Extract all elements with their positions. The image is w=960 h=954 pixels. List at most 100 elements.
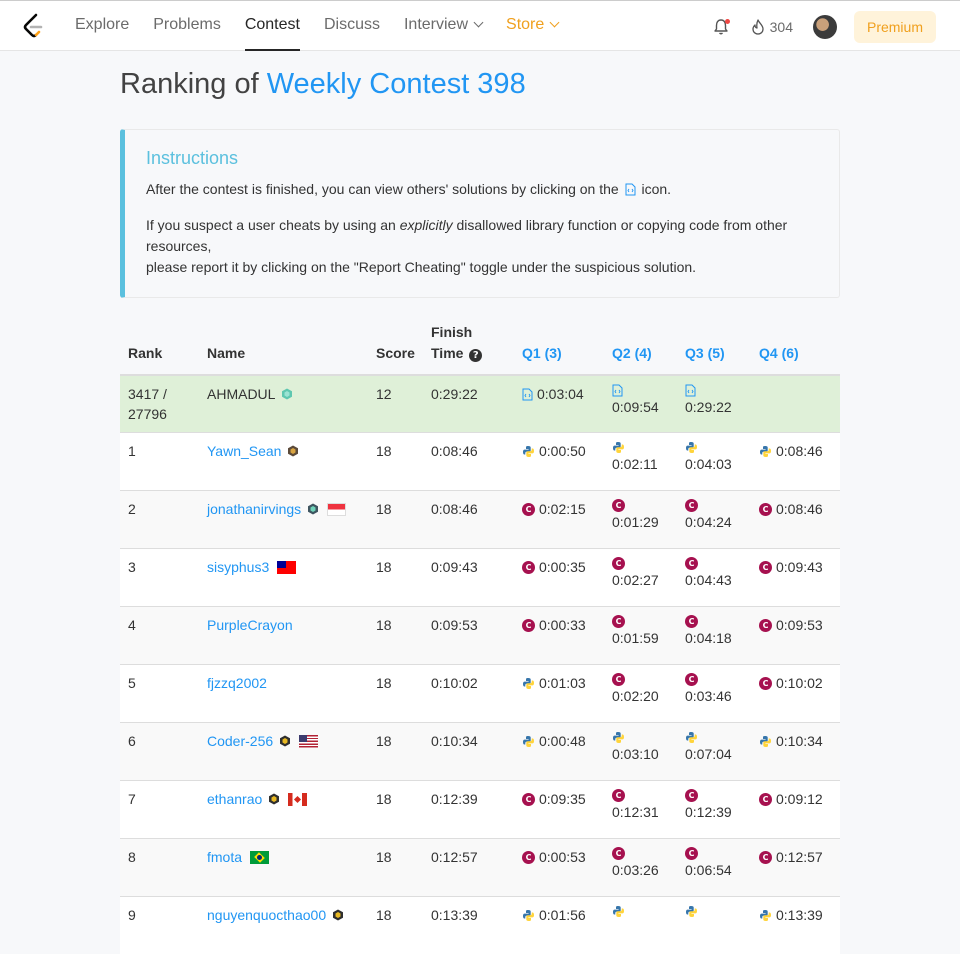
my-q2[interactable]: 0:09:54 — [604, 374, 677, 432]
solution-code-icon[interactable] — [612, 384, 623, 397]
q4-cell: 0:13:39 — [751, 895, 840, 954]
username-link[interactable]: jonathanirvings — [207, 501, 301, 517]
cpp-language-icon[interactable] — [522, 792, 535, 806]
username-link[interactable]: Yawn_Sean — [207, 443, 281, 459]
header-finish-line1: Finish — [431, 324, 473, 340]
cpp-language-icon[interactable] — [522, 850, 535, 864]
my-q1[interactable]: 0:03:04 — [514, 374, 604, 432]
cpp-language-icon[interactable] — [685, 846, 698, 860]
cpp-language-icon[interactable] — [759, 618, 772, 632]
score-cell: 18 — [368, 895, 423, 954]
cpp-language-icon[interactable] — [759, 850, 772, 864]
cpp-language-icon[interactable] — [759, 676, 772, 690]
cpp-language-icon[interactable] — [522, 618, 535, 632]
cpp-language-icon[interactable] — [612, 846, 625, 860]
python-language-icon[interactable] — [522, 735, 535, 748]
cpp-language-icon[interactable] — [612, 672, 625, 686]
python-language-icon[interactable] — [522, 445, 535, 458]
username-link[interactable]: fjzzq2002 — [207, 675, 267, 691]
q2-time: 0:02:20 — [612, 687, 659, 704]
python-language-icon[interactable] — [612, 441, 625, 454]
nav-explore[interactable]: Explore — [75, 1, 129, 51]
nav-contest[interactable]: Contest — [244, 1, 301, 51]
instructions-paragraph-2: If you suspect a user cheats by using an… — [146, 215, 819, 278]
q2-time: 0:02:11 — [612, 455, 658, 472]
premium-button[interactable]: Premium — [853, 11, 936, 43]
rank-cell: 4 — [120, 605, 199, 664]
q4-cell: 0:10:34 — [751, 721, 840, 780]
cpp-language-icon[interactable] — [522, 502, 535, 516]
python-language-icon[interactable] — [759, 735, 772, 748]
cpp-language-icon[interactable] — [685, 672, 698, 686]
avatar[interactable] — [812, 15, 837, 39]
rank-cell: 5 — [120, 663, 199, 722]
python-language-icon[interactable] — [759, 909, 772, 922]
name-cell: fmota — [199, 837, 368, 896]
python-language-icon[interactable] — [685, 441, 698, 454]
cpp-language-icon[interactable] — [685, 614, 698, 628]
solution-code-icon[interactable] — [522, 388, 533, 401]
header-q4[interactable]: Q4 (6) — [751, 317, 840, 376]
python-language-icon[interactable] — [612, 905, 625, 918]
my-q3-time: 0:29:22 — [685, 399, 732, 415]
cpp-language-icon[interactable] — [685, 498, 698, 512]
header-q3[interactable]: Q3 (5) — [677, 317, 751, 376]
my-q3[interactable]: 0:29:22 — [677, 374, 751, 432]
cpp-language-icon[interactable] — [612, 556, 625, 570]
cpp-language-icon[interactable] — [522, 560, 535, 574]
q4-cell: 0:09:43 — [751, 547, 840, 606]
q4-time: 0:09:43 — [776, 558, 823, 575]
username-link[interactable]: PurpleCrayon — [207, 617, 293, 633]
cpp-language-icon[interactable] — [685, 556, 698, 570]
contest-link[interactable]: Weekly Contest 398 — [267, 68, 526, 100]
score-cell: 18 — [368, 837, 423, 896]
cpp-language-icon[interactable] — [612, 498, 625, 512]
cpp-language-icon[interactable] — [612, 614, 625, 628]
ins-p1-text: After the contest is finished, you can v… — [146, 181, 619, 197]
python-language-icon[interactable] — [522, 677, 535, 690]
python-language-icon[interactable] — [759, 445, 772, 458]
username-link[interactable]: ethanrao — [207, 791, 262, 807]
q3-time: 0:04:24 — [685, 513, 732, 530]
notification-bell-icon[interactable] — [711, 17, 731, 37]
nav-discuss[interactable]: Discuss — [324, 1, 380, 51]
flag-canada-icon — [288, 792, 308, 806]
nav-problems[interactable]: Problems — [153, 1, 221, 51]
username-link[interactable]: nguyenquocthao00 — [207, 907, 326, 923]
nav-right: 304 Premium — [711, 11, 936, 43]
cpp-language-icon[interactable] — [759, 502, 772, 516]
q4-time: 0:08:46 — [776, 442, 823, 459]
username-link[interactable]: fmota — [207, 849, 242, 865]
guardian-badge-icon — [280, 735, 291, 746]
rank-cell: 3 — [120, 547, 199, 606]
header-q1[interactable]: Q1 (3) — [514, 317, 604, 376]
python-language-icon[interactable] — [522, 909, 535, 922]
q1-cell: 0:00:53 — [514, 837, 604, 896]
q3-time: 0:04:03 — [685, 455, 732, 472]
streak-counter[interactable]: 304 — [751, 19, 793, 35]
python-language-icon[interactable] — [685, 905, 698, 918]
cpp-language-icon[interactable] — [759, 560, 772, 574]
nav-interview[interactable]: Interview — [404, 1, 484, 51]
python-language-icon[interactable] — [612, 731, 625, 744]
notification-dot — [724, 19, 730, 24]
leetcode-logo[interactable] — [22, 13, 44, 39]
nav-store[interactable]: Store — [506, 1, 560, 51]
table-row: 9 nguyenquocthao00 18 0:13:39 0:01:56 0:13:39 — [120, 895, 840, 954]
cpp-language-icon[interactable] — [685, 788, 698, 802]
q2-time: 0:03:26 — [612, 861, 659, 878]
cpp-language-icon[interactable] — [612, 788, 625, 802]
q3-cell: 0:04:24 — [677, 489, 751, 548]
header-q2[interactable]: Q2 (4) — [604, 317, 677, 376]
q1-time: 0:00:35 — [539, 558, 586, 575]
instructions-panel: Instructions After the contest is finish… — [120, 129, 840, 298]
help-icon[interactable]: ? — [469, 349, 483, 362]
cpp-language-icon[interactable] — [759, 792, 772, 806]
q2-cell: 0:12:31 — [604, 779, 677, 838]
python-language-icon[interactable] — [685, 731, 698, 744]
fire-icon — [751, 19, 764, 35]
username-link[interactable]: sisyphus3 — [207, 559, 269, 575]
nav-store-label: Store — [506, 16, 545, 33]
username-link[interactable]: Coder-256 — [207, 733, 273, 749]
solution-code-icon[interactable] — [685, 384, 696, 397]
